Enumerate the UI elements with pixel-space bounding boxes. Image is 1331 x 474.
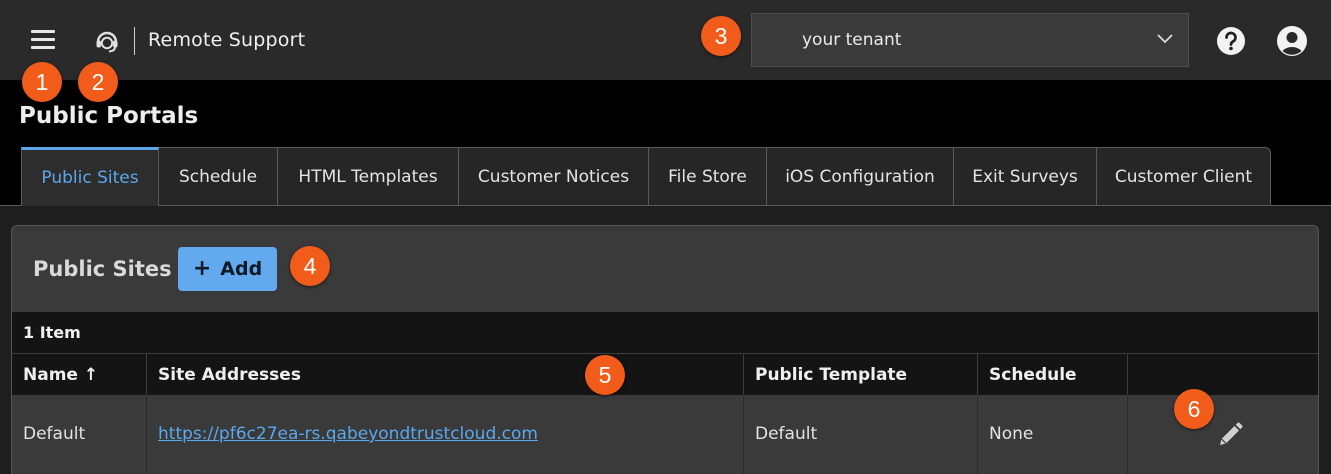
tab-public-sites[interactable]: Public Sites bbox=[21, 147, 159, 206]
add-button[interactable]: + Add bbox=[178, 247, 277, 291]
panel-title: Public Sites bbox=[33, 257, 172, 281]
tenant-select-value: your tenant bbox=[802, 30, 902, 50]
cell-schedule: None bbox=[978, 395, 1128, 474]
table-header: Name ↑ Site Addresses Public Template Sc… bbox=[12, 353, 1318, 396]
annotation-badge-6: 6 bbox=[1174, 389, 1214, 429]
cell-site-addresses: https://pf6c27ea-rs.qabeyondtrustcloud.c… bbox=[147, 395, 744, 474]
column-header-schedule[interactable]: Schedule bbox=[978, 354, 1128, 396]
hamburger-menu-icon[interactable] bbox=[31, 29, 57, 51]
annotation-badge-2: 2 bbox=[78, 62, 118, 102]
public-sites-panel: Public Sites + Add 1 Item Name ↑ Site Ad… bbox=[11, 225, 1319, 474]
annotation-badge-1: 1 bbox=[22, 62, 62, 102]
top-bar: Remote Support your tenant bbox=[0, 0, 1331, 80]
add-button-label: Add bbox=[220, 258, 263, 280]
tab-schedule[interactable]: Schedule bbox=[159, 147, 278, 206]
tab-html-templates[interactable]: HTML Templates bbox=[278, 147, 459, 206]
cell-name: Default bbox=[12, 395, 147, 474]
header-divider bbox=[134, 27, 135, 55]
tab-customer-client[interactable]: Customer Client bbox=[1097, 147, 1271, 206]
user-account-icon[interactable] bbox=[1276, 25, 1308, 57]
tab-customer-notices[interactable]: Customer Notices bbox=[459, 147, 649, 206]
item-count: 1 Item bbox=[23, 323, 81, 342]
column-header-actions bbox=[1128, 354, 1318, 396]
page-title: Public Portals bbox=[19, 103, 199, 129]
item-count-bar: 1 Item bbox=[12, 312, 1318, 353]
column-header-name[interactable]: Name ↑ bbox=[12, 354, 147, 396]
help-icon[interactable] bbox=[1216, 26, 1246, 56]
headset-icon bbox=[96, 31, 118, 53]
tab-ios-configuration[interactable]: iOS Configuration bbox=[767, 147, 954, 206]
cell-public-template: Default bbox=[744, 395, 978, 474]
column-header-site-addresses[interactable]: Site Addresses bbox=[147, 354, 744, 396]
tab-bar: Public Sites Schedule HTML Templates Cus… bbox=[21, 147, 1271, 206]
pencil-edit-icon[interactable] bbox=[1215, 420, 1245, 450]
plus-icon: + bbox=[192, 256, 212, 281]
site-address-link[interactable]: https://pf6c27ea-rs.qabeyondtrustcloud.c… bbox=[158, 424, 538, 444]
table-row: Default https://pf6c27ea-rs.qabeyondtrus… bbox=[12, 395, 1318, 474]
tab-file-store[interactable]: File Store bbox=[649, 147, 767, 206]
column-header-public-template[interactable]: Public Template bbox=[744, 354, 978, 396]
tab-exit-surveys[interactable]: Exit Surveys bbox=[954, 147, 1097, 206]
annotation-badge-3: 3 bbox=[701, 16, 741, 56]
app-title: Remote Support bbox=[148, 29, 306, 51]
annotation-badge-5: 5 bbox=[585, 355, 625, 395]
annotation-badge-4: 4 bbox=[290, 246, 330, 286]
tenant-select[interactable]: your tenant bbox=[751, 13, 1189, 67]
chevron-down-icon bbox=[1157, 34, 1173, 44]
